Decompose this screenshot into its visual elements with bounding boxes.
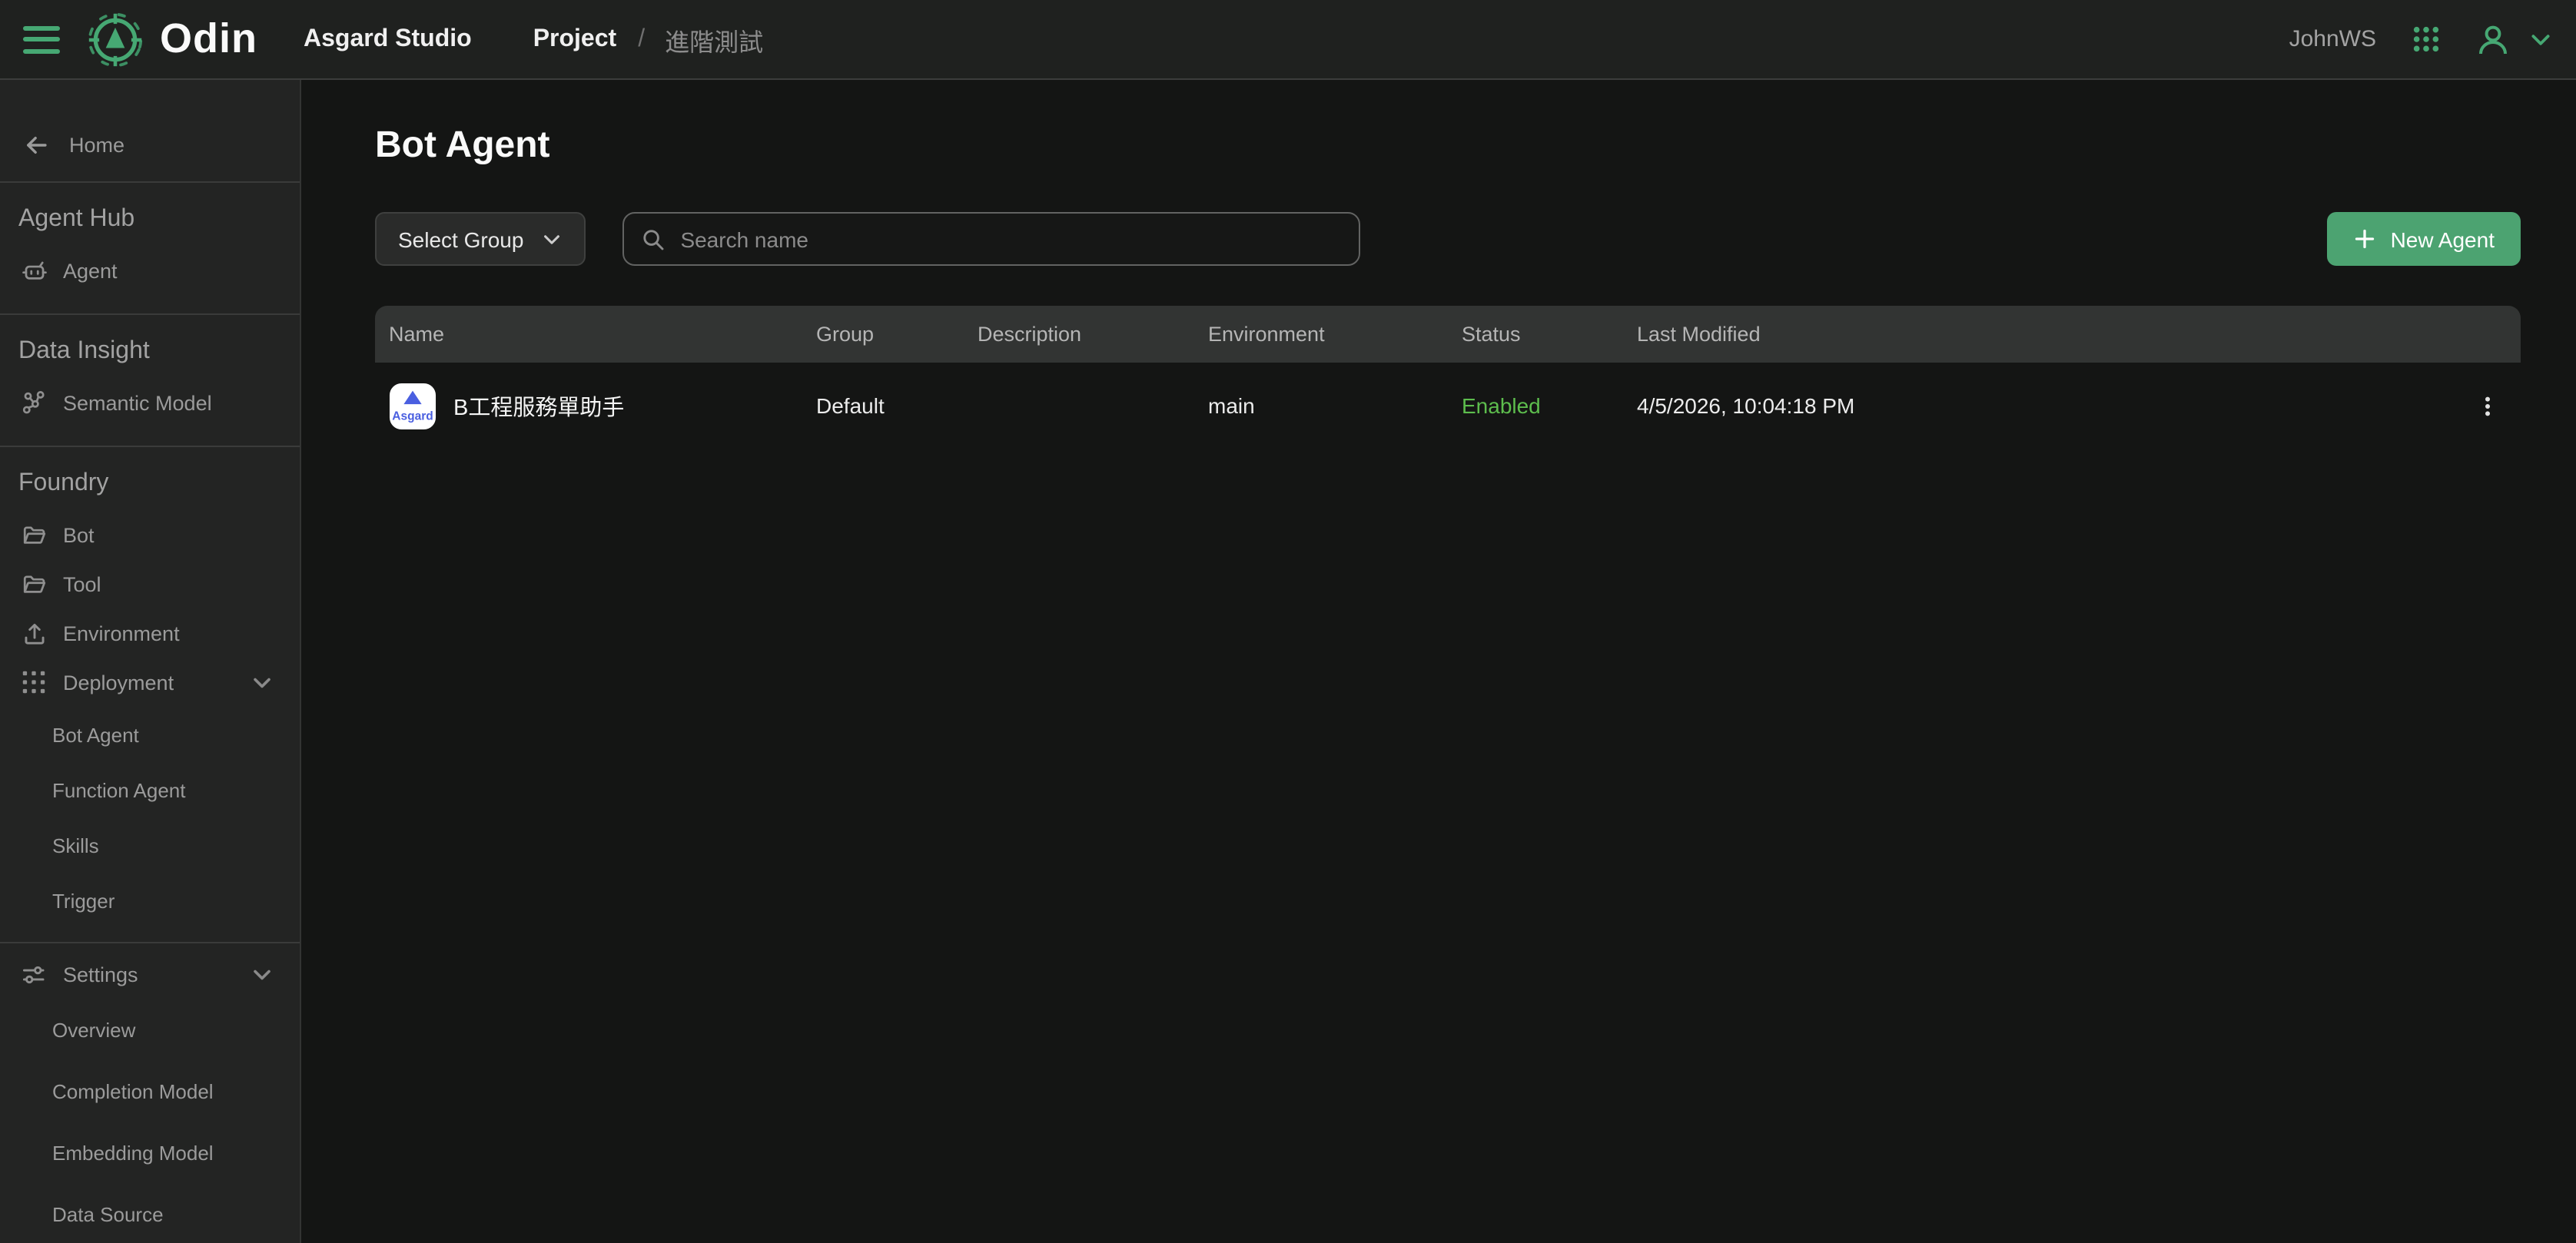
agent-last-modified: 4/5/2026, 10:04:18 PM [1637, 393, 2453, 418]
sidebar-item-agent[interactable]: Agent [0, 246, 300, 295]
sliders-icon [20, 961, 48, 987]
group-select-dropdown[interactable]: Select Group [375, 212, 585, 266]
brand-title: Odin [160, 15, 257, 63]
chevron-down-icon [540, 228, 562, 250]
sidebar-item-label: Semantic Model [63, 391, 212, 414]
odin-logo-icon [86, 10, 144, 68]
sidebar-item-home[interactable]: Home [0, 121, 300, 167]
sidebar-item-label: Agent [63, 259, 118, 282]
sidebar-subitem-trigger[interactable]: Trigger [0, 873, 300, 928]
sidebar-home-label: Home [69, 133, 124, 156]
section-title-agent-hub: Agent Hub [0, 203, 300, 237]
plus-icon [2354, 227, 2377, 250]
sidebar-item-bot[interactable]: Bot [0, 510, 300, 559]
chevron-down-icon[interactable] [251, 963, 274, 986]
search-icon [640, 227, 665, 251]
sidebar-item-settings[interactable]: Settings [0, 950, 300, 999]
sidebar-subitem-data-source[interactable]: Data Source [0, 1183, 300, 1243]
folder-icon [20, 522, 48, 548]
group-select-label: Select Group [398, 227, 523, 251]
agent-group: Default [816, 393, 978, 418]
col-header-group: Group [816, 323, 978, 346]
asgard-icon-text: Asgard [392, 409, 433, 422]
sidebar-item-label: Deployment [63, 671, 174, 694]
breadcrumb-project[interactable]: Project [533, 25, 617, 53]
username-label[interactable]: JohnWS [2289, 26, 2376, 52]
upload-icon [20, 620, 48, 646]
sidebar-subitem-embedding-model[interactable]: Embedding Model [0, 1122, 300, 1183]
account-chevron-down-icon[interactable] [2528, 27, 2553, 51]
col-header-name: Name [375, 323, 816, 346]
chevron-down-icon[interactable] [251, 671, 274, 694]
sidebar-subitem-overview[interactable]: Overview [0, 999, 300, 1060]
network-icon [20, 389, 48, 416]
nav-asgard-studio[interactable]: Asgard Studio [304, 25, 472, 53]
agent-name: B工程服務單助手 [453, 389, 624, 422]
top-navbar: Odin Asgard Studio Project / 進階測試 JohnWS [0, 0, 2576, 80]
asgard-app-icon: Asgard [389, 382, 437, 429]
table-header-row: Name Group Description Environment Statu… [375, 306, 2521, 363]
sidebar-item-environment[interactable]: Environment [0, 608, 300, 658]
divider [0, 942, 300, 943]
agent-environment: main [1208, 393, 1462, 418]
sidebar-subitem-completion-model[interactable]: Completion Model [0, 1060, 300, 1122]
search-box [622, 212, 1359, 266]
odin-app-window: Odin Asgard Studio Project / 進階測試 JohnWS [0, 0, 2576, 1243]
status-badge: Enabled [1462, 393, 1637, 418]
col-header-status: Status [1462, 323, 1637, 346]
filter-toolbar: Select Group New Agent [375, 212, 2521, 266]
sidebar-item-label: Settings [63, 963, 138, 986]
divider [0, 446, 300, 447]
sidebar-item-deployment[interactable]: Deployment [0, 658, 300, 707]
section-title-foundry: Foundry [0, 467, 300, 501]
grid-dots-icon [20, 670, 48, 694]
sidebar-item-label: Environment [63, 622, 180, 645]
table-row[interactable]: Asgard B工程服務單助手 Default main Enabled 4/5… [375, 363, 2521, 449]
breadcrumb-current-project: 進階測試 [665, 21, 763, 58]
folder-icon [20, 571, 48, 597]
col-header-description: Description [978, 323, 1208, 346]
sidebar-item-semantic-model[interactable]: Semantic Model [0, 378, 300, 427]
sidebar-subitem-function-agent[interactable]: Function Agent [0, 762, 300, 817]
col-header-last-modified: Last Modified [1637, 323, 2453, 346]
section-title-data-insight: Data Insight [0, 335, 300, 369]
main-content: Bot Agent Select Group [301, 80, 2576, 1243]
sidebar-item-label: Bot [63, 523, 95, 546]
sidebar-subitem-bot-agent[interactable]: Bot Agent [0, 707, 300, 762]
divider [0, 313, 300, 315]
sidebar-item-label: Tool [63, 572, 101, 595]
row-actions-kebab-icon[interactable] [2469, 388, 2505, 423]
person-icon[interactable] [2476, 22, 2510, 56]
new-agent-button[interactable]: New Agent [2328, 212, 2521, 266]
col-header-environment: Environment [1208, 323, 1462, 346]
search-input[interactable] [677, 225, 1341, 253]
page-title: Bot Agent [375, 123, 2521, 169]
breadcrumb-separator: / [638, 25, 645, 53]
sidebar-item-tool[interactable]: Tool [0, 559, 300, 608]
apps-grid-icon[interactable] [2412, 25, 2441, 54]
new-agent-button-label: New Agent [2391, 227, 2495, 251]
hamburger-icon[interactable] [23, 25, 60, 53]
sidebar-subitem-skills[interactable]: Skills [0, 817, 300, 873]
divider [0, 181, 300, 183]
arrow-left-icon [22, 131, 49, 157]
agents-table: Name Group Description Environment Statu… [375, 306, 2521, 449]
sidebar: Home Agent Hub Agent Data Insight [0, 80, 301, 1243]
robot-icon [20, 257, 48, 283]
